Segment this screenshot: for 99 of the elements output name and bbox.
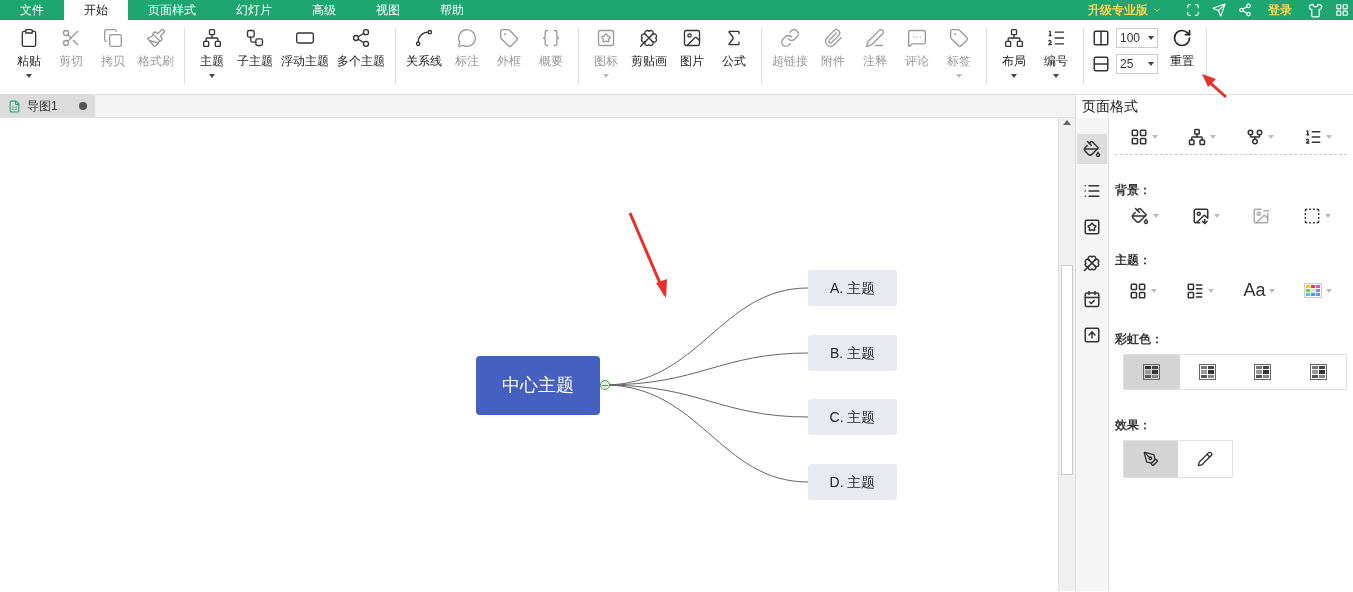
toolbar-button[interactable]: 公式 (715, 28, 753, 86)
shirt-icon[interactable] (1308, 2, 1323, 18)
tab-title: 导图1 (27, 98, 58, 115)
file-icon (8, 99, 21, 113)
reset-button[interactable]: 重置 (1164, 28, 1200, 86)
caret-icon (1210, 135, 1216, 139)
subtopic-node[interactable]: A. 主题 (808, 270, 897, 306)
pen-icon (1143, 451, 1159, 467)
image-button[interactable] (1191, 207, 1220, 225)
spin-field[interactable]: 100 (1116, 28, 1158, 48)
theme-list-button[interactable] (1186, 281, 1215, 300)
brace-icon (541, 28, 561, 48)
grid-icon[interactable] (1335, 3, 1349, 17)
document-tab[interactable]: 导图1 (0, 95, 95, 117)
copy-icon (103, 28, 123, 48)
color-grid-button[interactable] (1304, 283, 1333, 298)
toolbar-button[interactable]: 粘贴 (10, 28, 48, 86)
spin-field[interactable]: 25 (1116, 54, 1158, 74)
section-label: 背景： (1115, 182, 1152, 199)
caret-icon (1326, 288, 1333, 293)
toolbar-button[interactable]: 子主题 (235, 28, 275, 86)
caret-icon (1011, 74, 1017, 78)
clipboard-icon (19, 28, 39, 48)
caret-icon (1148, 36, 1154, 40)
caret-icon (1213, 214, 1220, 218)
panel-title: 页面格式 (1081, 97, 1139, 116)
caret-icon (1269, 288, 1276, 293)
caret-icon (1153, 214, 1160, 218)
structure-button[interactable] (1130, 128, 1158, 146)
list-icon[interactable] (1083, 182, 1101, 200)
rainbow-option[interactable] (1124, 355, 1180, 389)
subtopic-icon (245, 28, 265, 48)
toolbar-button[interactable]: 关系线 (404, 28, 444, 86)
caret-icon (1326, 135, 1332, 139)
caret-icon (209, 74, 215, 78)
paperclip-icon (823, 28, 843, 48)
curve-arrow-icon (414, 28, 434, 48)
central-topic[interactable]: 中心主题 (476, 356, 600, 415)
caret-icon (1152, 135, 1158, 139)
numbered-list-icon (1046, 28, 1066, 48)
subtopic-node[interactable]: D. 主题 (808, 464, 897, 500)
toolbar-button[interactable]: 布局 (995, 28, 1033, 86)
caret-icon (1152, 5, 1162, 15)
caret-icon (1148, 62, 1154, 66)
share-icon[interactable] (1238, 3, 1252, 17)
topic-icon (202, 28, 222, 48)
calendar-icon[interactable] (1083, 290, 1101, 308)
send-icon[interactable] (1212, 3, 1226, 17)
scissors-icon (61, 28, 81, 48)
toolbar-button[interactable]: 多个主题 (335, 28, 387, 86)
caret-icon (1324, 214, 1331, 218)
fullscreen-icon[interactable] (1186, 3, 1200, 17)
tag-icon (499, 28, 519, 48)
toolbar-button[interactable]: 浮动主题 (279, 28, 331, 86)
menu-tab[interactable]: 开始 (64, 0, 128, 20)
tag-icon (949, 28, 969, 48)
vertical-spacing-icon (1092, 55, 1110, 73)
clover-icon[interactable] (1083, 254, 1101, 272)
toolbar-button[interactable]: 剪贴画 (629, 28, 669, 86)
branch-button[interactable] (1246, 128, 1274, 146)
clover-icon (639, 28, 659, 48)
collapse-icon[interactable] (600, 380, 610, 390)
pencil-icon (865, 28, 885, 48)
pencil-icon (1197, 451, 1213, 467)
paint-bucket-icon[interactable] (1077, 134, 1107, 164)
paintbrush-icon (146, 28, 166, 48)
section-label: 效果： (1115, 417, 1152, 434)
caret-icon (603, 74, 609, 78)
toolbar-button[interactable]: 编号 (1037, 28, 1075, 86)
branches-icon (351, 28, 371, 48)
caret-icon (956, 74, 962, 78)
link-icon (780, 28, 800, 48)
caret-icon (1151, 288, 1158, 293)
caret-icon (1268, 135, 1274, 139)
numbering-button[interactable] (1304, 128, 1332, 146)
scrollbar[interactable] (1058, 118, 1075, 591)
refresh-icon (1172, 28, 1192, 48)
section-label: 主题： (1115, 252, 1152, 269)
caret-icon (1208, 288, 1215, 293)
theme-button[interactable] (1129, 281, 1158, 300)
effect-option[interactable] (1124, 441, 1178, 477)
subtopic-node[interactable]: B. 主题 (808, 335, 897, 371)
watermark-button[interactable] (1302, 207, 1331, 225)
fill-button[interactable] (1131, 207, 1160, 225)
caret-icon (1053, 74, 1059, 78)
section-label: 彩虹色： (1115, 331, 1164, 348)
upload-icon[interactable] (1083, 326, 1101, 344)
speech-bubble-icon (457, 28, 477, 48)
toolbar-button[interactable]: 主题 (193, 28, 231, 86)
hierarchy-icon (1004, 28, 1024, 48)
arrow-annotation (1202, 74, 1227, 99)
subtopic-node[interactable]: C. 主题 (808, 399, 897, 435)
caret-icon (26, 74, 32, 78)
toolbar-button[interactable]: 图片 (673, 28, 711, 86)
horizontal-spacing-icon (1092, 29, 1110, 47)
layout-button[interactable] (1188, 128, 1216, 146)
image-icon (682, 28, 702, 48)
comment-icon (907, 28, 927, 48)
font-button[interactable]: Aa (1243, 277, 1276, 304)
